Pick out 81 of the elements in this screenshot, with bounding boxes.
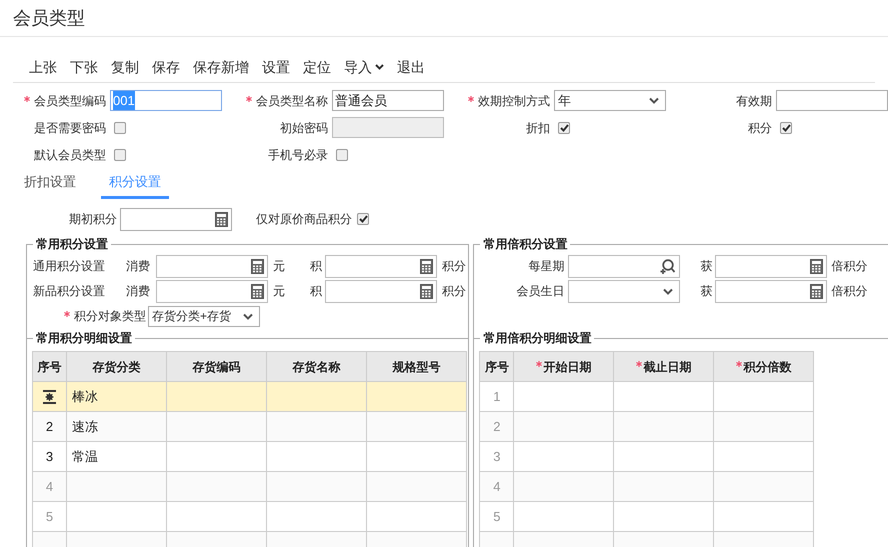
- toolbar-button[interactable]: 退出: [397, 57, 425, 77]
- unit-label: 元: [272, 283, 286, 300]
- number-field[interactable]: [156, 254, 268, 278]
- toolbar-button[interactable]: 保存: [152, 57, 180, 77]
- field-label: 仅对原价商品积分: [256, 211, 352, 228]
- select-field[interactable]: 存货分类+存货: [148, 306, 260, 326]
- chevron-down-icon: [663, 288, 674, 294]
- number-field[interactable]: [715, 254, 828, 278]
- search-icon[interactable]: [660, 258, 676, 274]
- field-label: 会员生日: [515, 283, 566, 300]
- field-label: 会员类型名称: [256, 92, 328, 110]
- field-label: 新品积分设置: [32, 283, 106, 300]
- gear-icon[interactable]: [43, 390, 56, 404]
- number-field[interactable]: [325, 254, 437, 278]
- column-header: 序号: [484, 358, 509, 376]
- calculator-icon[interactable]: [251, 258, 264, 274]
- field-label: 积分: [748, 120, 772, 136]
- checkbox[interactable]: [336, 148, 348, 160]
- calculator-icon[interactable]: [215, 212, 228, 226]
- unit-label: 倍积分: [830, 283, 868, 300]
- toolbar-button[interactable]: 上张: [29, 57, 57, 77]
- field-label: 手机号必录: [268, 146, 328, 164]
- field-label: 有效期: [736, 92, 772, 110]
- field-label: 会员类型编码: [34, 92, 106, 110]
- column-header: 积分倍数: [743, 358, 792, 376]
- number-field[interactable]: [325, 280, 437, 302]
- field-label: 消费: [126, 283, 151, 300]
- field-label: 折扣: [526, 120, 550, 136]
- field-label: 积: [310, 283, 323, 300]
- toolbar-button[interactable]: 复制: [111, 57, 139, 77]
- calculator-icon[interactable]: [810, 284, 824, 298]
- field-label: 积: [310, 258, 323, 275]
- calculator-icon[interactable]: [251, 284, 264, 298]
- chevron-down-icon: [375, 64, 384, 70]
- chevron-down-icon: [649, 97, 659, 104]
- field-label: 积分对象类型: [74, 308, 146, 325]
- field-label: 默认会员类型: [34, 146, 106, 164]
- tab[interactable]: 折扣设置: [24, 172, 76, 199]
- text-field[interactable]: 普通会员: [332, 90, 444, 111]
- unit-label: 积分: [441, 283, 466, 300]
- toolbar-button[interactable]: 导入: [344, 57, 384, 77]
- field-label: 获: [699, 258, 714, 275]
- field-label: 每星期: [527, 258, 566, 275]
- field-label: 是否需要密码: [34, 120, 106, 136]
- text-field[interactable]: [776, 90, 888, 111]
- number-field[interactable]: [120, 208, 232, 230]
- chevron-down-icon: [243, 312, 253, 320]
- number-field[interactable]: [156, 280, 268, 302]
- checkbox[interactable]: [114, 122, 126, 134]
- select-field[interactable]: [568, 280, 680, 302]
- selected-row[interactable]: 棒冰: [33, 382, 467, 412]
- window-title: 会员类型: [13, 6, 85, 30]
- unit-label: 积分: [441, 258, 466, 275]
- section-title: 常用积分明细设置: [35, 330, 133, 347]
- checkbox[interactable]: [558, 122, 570, 134]
- section-title: 常用倍积分设置: [482, 236, 568, 253]
- checkbox[interactable]: [114, 148, 126, 160]
- search-field[interactable]: [568, 254, 680, 278]
- field-label: 初始密码: [280, 120, 328, 136]
- calculator-icon[interactable]: [810, 258, 824, 274]
- calculator-icon[interactable]: [420, 258, 433, 274]
- toolbar-button[interactable]: 定位: [303, 57, 331, 77]
- section-title: 常用积分设置: [35, 236, 109, 253]
- checkbox[interactable]: [357, 213, 369, 225]
- column-header: 截止日期: [643, 358, 692, 376]
- calculator-icon[interactable]: [420, 284, 433, 298]
- field-label: 获: [699, 283, 714, 300]
- field-label: 消费: [126, 258, 151, 275]
- column-header: 开始日期: [543, 358, 592, 376]
- checkbox[interactable]: [780, 122, 792, 134]
- field-label: 通用积分设置: [32, 258, 106, 275]
- select-field[interactable]: 年: [554, 90, 666, 111]
- unit-label: 倍积分: [830, 258, 868, 275]
- field-label: 效期控制方式: [478, 92, 550, 110]
- toolbar-button[interactable]: 保存新增: [193, 57, 249, 77]
- number-field[interactable]: [715, 280, 828, 302]
- section-title: 常用倍积分明细设置: [482, 330, 592, 347]
- unit-label: 元: [272, 258, 286, 275]
- field-label: 期初积分: [68, 211, 118, 228]
- toolbar-button[interactable]: 下张: [70, 57, 98, 77]
- toolbar-button[interactable]: 设置: [262, 57, 290, 77]
